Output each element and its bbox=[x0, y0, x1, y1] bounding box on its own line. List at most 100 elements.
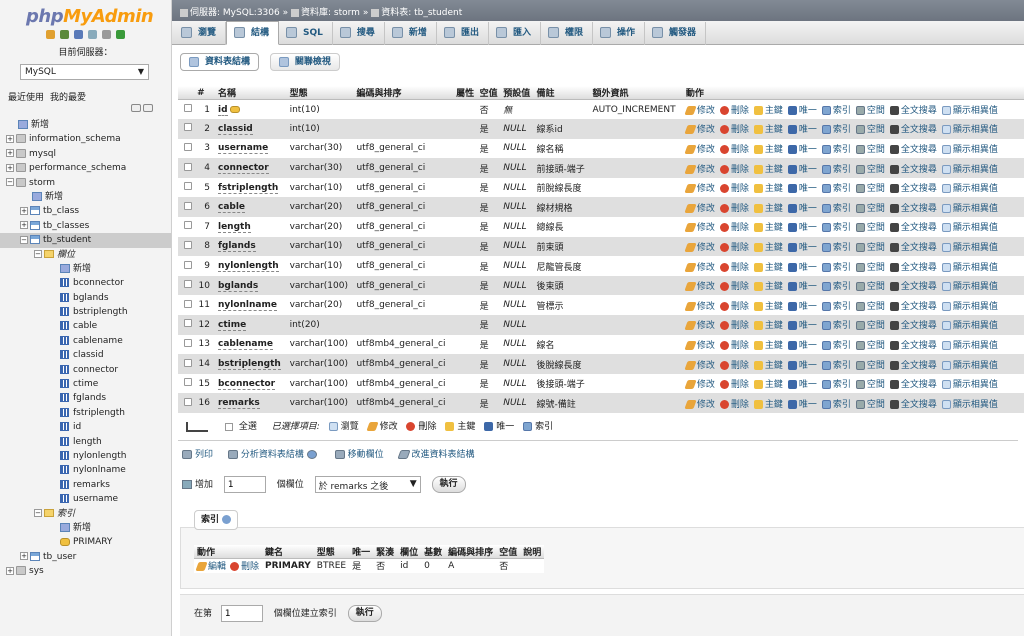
subtab-relation-view[interactable]: 關聯檢視 bbox=[269, 53, 340, 71]
expand-toggle-icon[interactable]: + bbox=[6, 134, 14, 143]
drop-button[interactable]: 刪除 bbox=[719, 164, 749, 175]
index-button[interactable]: 索引 bbox=[821, 164, 851, 175]
drop-index-button[interactable]: 刪除 bbox=[230, 562, 259, 572]
tree-item[interactable]: + information_schema bbox=[0, 132, 171, 146]
change-button[interactable]: 修改 bbox=[684, 223, 715, 233]
bulk-unique-button[interactable]: 唯一 bbox=[484, 422, 514, 432]
improve-structure-link[interactable]: 改進資料表結構 bbox=[396, 450, 475, 460]
reload-icon[interactable] bbox=[115, 30, 125, 39]
unique-button[interactable]: 唯一 bbox=[787, 144, 817, 155]
change-button[interactable]: 修改 bbox=[684, 301, 715, 312]
unique-button[interactable]: 唯一 bbox=[787, 262, 817, 273]
row-checkbox[interactable] bbox=[184, 201, 192, 210]
distinct-values-button[interactable]: 顯示相異值 bbox=[941, 242, 998, 253]
index-button[interactable]: 索引 bbox=[821, 106, 851, 116]
primary-button[interactable]: 主鍵 bbox=[753, 340, 783, 351]
row-checkbox[interactable] bbox=[184, 378, 192, 387]
tree-item[interactable]: PRIMARY bbox=[0, 535, 171, 549]
bulk-browse-button[interactable]: 瀏覽 bbox=[328, 422, 359, 432]
collapse-toggle-icon[interactable]: − bbox=[6, 178, 14, 187]
drop-button[interactable]: 刪除 bbox=[719, 184, 749, 194]
spatial-button[interactable]: 空間 bbox=[855, 282, 885, 292]
primary-button[interactable]: 主鍵 bbox=[753, 223, 783, 233]
unique-button[interactable]: 唯一 bbox=[787, 164, 817, 175]
tab-export[interactable]: 匯出 bbox=[437, 22, 489, 45]
recent-tab[interactable]: 最近使用 bbox=[8, 93, 44, 103]
row-checkbox[interactable] bbox=[184, 221, 192, 230]
fulltext-button[interactable]: 全文搜尋 bbox=[889, 360, 937, 371]
index-button[interactable]: 索引 bbox=[821, 340, 851, 351]
link-with-main-icon[interactable] bbox=[143, 104, 153, 112]
subtab-table-structure[interactable]: 資料表結構 bbox=[180, 53, 260, 71]
tree-item[interactable]: + tb_class bbox=[0, 204, 171, 218]
spatial-button[interactable]: 空間 bbox=[855, 399, 885, 410]
distinct-values-button[interactable]: 顯示相異值 bbox=[941, 184, 998, 194]
distinct-values-button[interactable]: 顯示相異值 bbox=[941, 340, 998, 351]
collapse-toggle-icon[interactable]: − bbox=[34, 250, 42, 259]
row-checkbox[interactable] bbox=[184, 280, 192, 289]
column-header[interactable]: 預設值 bbox=[501, 86, 535, 100]
row-checkbox[interactable] bbox=[184, 397, 192, 406]
tree-item[interactable]: bstriplength bbox=[0, 305, 171, 319]
edit-index-button[interactable]: 編輯 bbox=[195, 562, 226, 572]
add-column-go-button[interactable]: 執行 bbox=[431, 476, 466, 493]
tab-operations[interactable]: 操作 bbox=[593, 22, 645, 45]
column-header[interactable]: 空值 bbox=[477, 86, 502, 100]
change-button[interactable]: 修改 bbox=[684, 125, 715, 135]
fulltext-button[interactable]: 全文搜尋 bbox=[889, 144, 937, 155]
column-header[interactable]: 型態 bbox=[287, 86, 355, 100]
help-icon[interactable] bbox=[306, 450, 317, 459]
collapse-toggle-icon[interactable]: − bbox=[20, 235, 28, 244]
tree-item[interactable]: + mysql bbox=[0, 147, 171, 161]
change-button[interactable]: 修改 bbox=[684, 399, 715, 410]
change-button[interactable]: 修改 bbox=[684, 262, 715, 273]
spatial-button[interactable]: 空間 bbox=[855, 262, 885, 273]
expand-toggle-icon[interactable]: + bbox=[20, 206, 28, 215]
bulk-change-button[interactable]: 修改 bbox=[365, 422, 398, 432]
help-icon[interactable] bbox=[222, 515, 232, 524]
distinct-values-button[interactable]: 顯示相異值 bbox=[941, 262, 998, 273]
fulltext-button[interactable]: 全文搜尋 bbox=[889, 164, 937, 175]
distinct-values-button[interactable]: 顯示相異值 bbox=[941, 360, 998, 371]
help-icon[interactable] bbox=[74, 30, 84, 39]
breadcrumb-server[interactable]: 伺服器: MySQL:3306 bbox=[190, 8, 280, 18]
tree-item[interactable]: − 欄位 bbox=[0, 248, 171, 262]
row-checkbox[interactable] bbox=[184, 338, 192, 347]
tab-insert[interactable]: 新增 bbox=[385, 22, 437, 45]
index-button[interactable]: 索引 bbox=[821, 262, 851, 273]
index-column-count-input[interactable] bbox=[220, 605, 263, 622]
index-button[interactable]: 索引 bbox=[821, 144, 851, 155]
drop-button[interactable]: 刪除 bbox=[719, 106, 749, 116]
column-header[interactable]: 額外資訊 bbox=[590, 86, 684, 100]
index-button[interactable]: 索引 bbox=[821, 203, 851, 214]
unique-button[interactable]: 唯一 bbox=[787, 301, 817, 312]
fulltext-button[interactable]: 全文搜尋 bbox=[889, 223, 937, 233]
row-checkbox[interactable] bbox=[184, 240, 192, 249]
primary-button[interactable]: 主鍵 bbox=[753, 242, 783, 253]
fulltext-button[interactable]: 全文搜尋 bbox=[889, 184, 937, 194]
change-button[interactable]: 修改 bbox=[684, 321, 715, 331]
tab-privileges[interactable]: 權限 bbox=[541, 22, 593, 45]
unique-button[interactable]: 唯一 bbox=[787, 360, 817, 371]
tree-item[interactable]: 新增 bbox=[0, 521, 171, 535]
expand-toggle-icon[interactable]: + bbox=[6, 149, 14, 158]
row-checkbox[interactable] bbox=[184, 142, 192, 151]
change-button[interactable]: 修改 bbox=[684, 203, 715, 214]
unique-button[interactable]: 唯一 bbox=[787, 321, 817, 331]
tree-item[interactable]: username bbox=[0, 492, 171, 506]
distinct-values-button[interactable]: 顯示相異值 bbox=[941, 399, 998, 410]
column-header[interactable]: 備註 bbox=[534, 86, 591, 100]
unique-button[interactable]: 唯一 bbox=[787, 340, 817, 351]
spatial-button[interactable]: 空間 bbox=[855, 144, 885, 155]
tab-import[interactable]: 匯入 bbox=[489, 22, 541, 45]
expand-toggle-icon[interactable]: + bbox=[20, 221, 28, 230]
column-position-select[interactable]: 於 remarks 之後 ▼ bbox=[314, 476, 421, 493]
fulltext-button[interactable]: 全文搜尋 bbox=[889, 321, 937, 331]
change-button[interactable]: 修改 bbox=[684, 282, 715, 292]
distinct-values-button[interactable]: 顯示相異值 bbox=[941, 203, 998, 214]
fulltext-button[interactable]: 全文搜尋 bbox=[889, 242, 937, 253]
drop-button[interactable]: 刪除 bbox=[719, 203, 749, 214]
index-button[interactable]: 索引 bbox=[821, 380, 851, 390]
drop-button[interactable]: 刪除 bbox=[719, 223, 749, 233]
row-checkbox[interactable] bbox=[184, 123, 192, 132]
